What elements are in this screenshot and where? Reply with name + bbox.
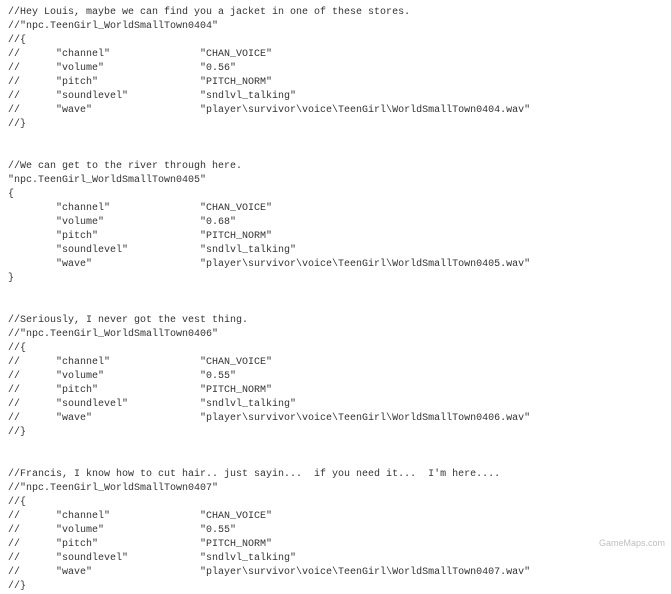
code-line: { [8,188,663,202]
code-line [8,146,663,160]
code-line: // "soundlevel" "sndlvl_talking" [8,552,663,566]
code-line: // "pitch" "PITCH_NORM" [8,538,663,552]
code-line: // "wave" "player\survivor\voice\TeenGir… [8,412,663,426]
code-line: "channel" "CHAN_VOICE" [8,202,663,216]
code-line: // "wave" "player\survivor\voice\TeenGir… [8,566,663,580]
code-line: "npc.TeenGirl_WorldSmallTown0405" [8,174,663,188]
code-line: // "wave" "player\survivor\voice\TeenGir… [8,104,663,118]
code-line: //} [8,426,663,440]
code-line: // "channel" "CHAN_VOICE" [8,48,663,62]
code-line [8,454,663,468]
code-line: //"npc.TeenGirl_WorldSmallTown0406" [8,328,663,342]
code-line: //"npc.TeenGirl_WorldSmallTown0407" [8,482,663,496]
code-line: //{ [8,496,663,510]
watermark-text: GameMaps.com [599,536,665,550]
code-line: //} [8,580,663,594]
code-line: // "channel" "CHAN_VOICE" [8,510,663,524]
code-line: //} [8,118,663,132]
code-line [8,286,663,300]
code-line: //{ [8,342,663,356]
code-line: // "soundlevel" "sndlvl_talking" [8,90,663,104]
code-line: // "volume" "0.55" [8,370,663,384]
code-line: // "volume" "0.55" [8,524,663,538]
code-line: "soundlevel" "sndlvl_talking" [8,244,663,258]
code-line: //"npc.TeenGirl_WorldSmallTown0404" [8,20,663,34]
code-line: //Hey Louis, maybe we can find you a jac… [8,6,663,20]
code-line: //{ [8,34,663,48]
code-line: } [8,272,663,286]
code-line: //We can get to the river through here. [8,160,663,174]
code-line: // "pitch" "PITCH_NORM" [8,384,663,398]
code-line: "pitch" "PITCH_NORM" [8,230,663,244]
code-line [8,300,663,314]
code-line: // "channel" "CHAN_VOICE" [8,356,663,370]
code-line [8,132,663,146]
code-line [8,440,663,454]
code-line: "wave" "player\survivor\voice\TeenGirl\W… [8,258,663,272]
code-line: //Seriously, I never got the vest thing. [8,314,663,328]
code-line: //Francis, I know how to cut hair.. just… [8,468,663,482]
code-document: //Hey Louis, maybe we can find you a jac… [8,6,663,594]
code-line: // "soundlevel" "sndlvl_talking" [8,398,663,412]
code-line: // "pitch" "PITCH_NORM" [8,76,663,90]
code-line: "volume" "0.68" [8,216,663,230]
code-line: // "volume" "0.56" [8,62,663,76]
